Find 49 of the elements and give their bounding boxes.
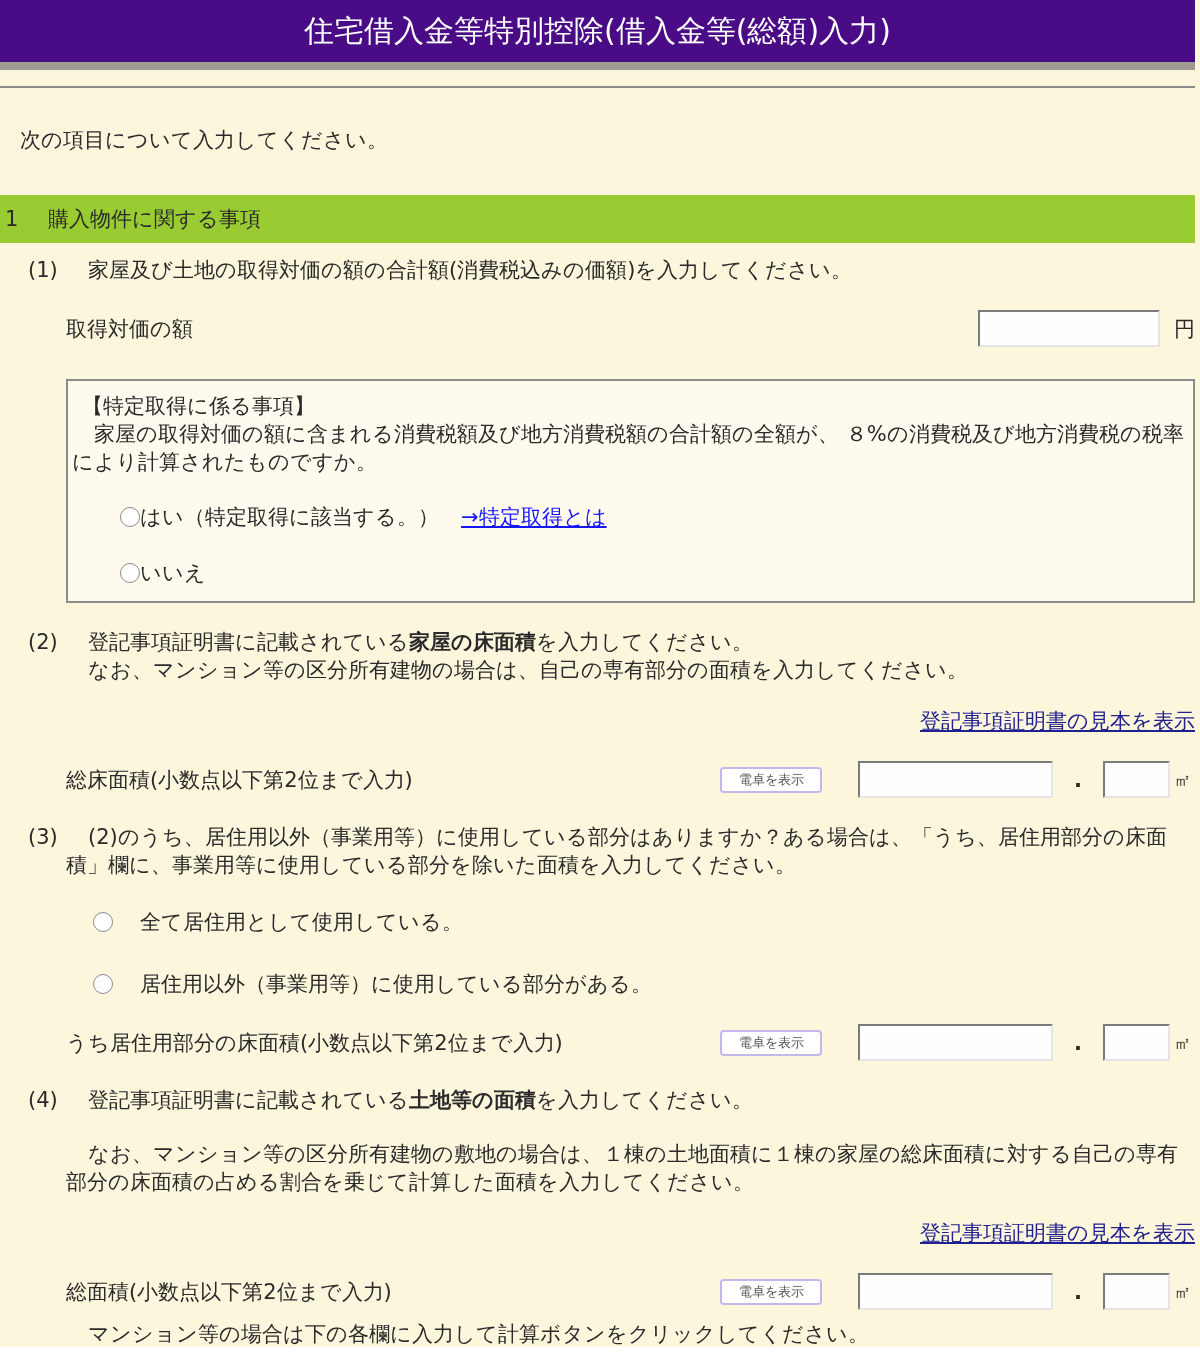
- notice-title: 【特定取得に係る事項】: [81, 393, 316, 420]
- calculator-button[interactable]: 電卓を表示: [720, 766, 822, 793]
- area-integer-field[interactable]: [858, 1273, 1053, 1310]
- item-number: (3): [28, 824, 59, 851]
- unit-label: ㎡: [1173, 1031, 1192, 1055]
- unit-label: 円: [1173, 315, 1195, 343]
- item-number: (1): [28, 257, 59, 284]
- area-decimal-field[interactable]: [1103, 1024, 1170, 1061]
- intro-text: 次の項目について入力してください。: [19, 127, 389, 154]
- section-title: 購入物件に関する事項: [48, 206, 261, 233]
- radio-label[interactable]: はい（特定取得に該当する。）: [140, 503, 439, 531]
- decimal-point: .: [1073, 766, 1083, 794]
- definition-link[interactable]: →特定取得とは: [461, 503, 607, 531]
- radio-label[interactable]: 居住用以外（事業用等）に使用している部分がある。: [140, 970, 652, 998]
- instruction-text: なお、マンション等の区分所有建物の場合は、自己の専有部分の面積を入力してください。: [87, 657, 969, 684]
- instruction-text: マンション等の場合は下の各欄に入力して計算ボタンをクリックしてください。: [87, 1322, 870, 1346]
- notice-text: 家屋の取得対価の額に含まれる消費税額及び地方消費税額の合計額の全額が、 ８%の消費税及び地方消費税の税率により計算されたものですか。: [72, 421, 1185, 476]
- calculator-button[interactable]: 電卓を表示: [720, 1278, 822, 1305]
- item-heading: 登記事項証明書に記載されている土地等の面積を入力してください。: [88, 1088, 753, 1112]
- item-number: (2): [28, 629, 59, 656]
- radio-button[interactable]: [93, 912, 113, 932]
- field-label: うち居住用部分の床面積(小数点以下第2位まで入力): [65, 1029, 564, 1057]
- page-title: 住宅借入金等特別控除(借入金等(総額)入力): [0, 0, 1195, 70]
- decimal-point: .: [1073, 1278, 1083, 1306]
- field-label: 取得対価の額: [65, 315, 194, 343]
- item-heading: 家屋及び土地の取得対価の額の合計額(消費税込みの価額)を入力してください。: [88, 258, 853, 282]
- area-decimal-field[interactable]: [1103, 761, 1170, 798]
- field-label: 総床面積(小数点以下第2位まで入力): [65, 766, 414, 794]
- calculator-button[interactable]: 電卓を表示: [720, 1029, 822, 1056]
- radio-label[interactable]: 全て居住用として使用している。: [140, 908, 463, 936]
- radio-button[interactable]: [120, 507, 140, 527]
- area-integer-field[interactable]: [858, 761, 1053, 798]
- area-integer-field[interactable]: [858, 1024, 1053, 1061]
- radio-button[interactable]: [120, 563, 140, 583]
- area-decimal-field[interactable]: [1103, 1273, 1170, 1310]
- unit-label: ㎡: [1173, 1280, 1192, 1304]
- section-number: 1: [4, 206, 20, 233]
- radio-button[interactable]: [93, 974, 113, 994]
- item-number: (4): [28, 1087, 59, 1114]
- radio-label[interactable]: いいえ: [140, 559, 206, 587]
- field-label: 総面積(小数点以下第2位まで入力): [65, 1278, 393, 1306]
- item-heading: (2)のうち、居住用以外（事業用等）に使用している部分はありますか？ある場合は、「うち、居住用部分の床面積」欄に、事業用等に使用している部分を除いた面積を入力してください。: [66, 825, 1167, 877]
- item-heading: 登記事項証明書に記載されている家屋の床面積を入力してください。: [88, 630, 753, 654]
- instruction-text: なお、マンション等の区分所有建物の敷地の場合は、１棟の土地面積に１棟の家屋の総床面積に対する自己の専有部分の床面積の占める割合を乗じて計算した面積を入力してください。: [65, 1141, 1179, 1196]
- amount-input-field[interactable]: [978, 310, 1160, 347]
- sample-link[interactable]: 登記事項証明書の見本を表示: [920, 707, 1195, 735]
- unit-label: ㎡: [1173, 768, 1192, 792]
- decimal-point: .: [1073, 1029, 1083, 1057]
- sample-link[interactable]: 登記事項証明書の見本を表示: [920, 1219, 1195, 1247]
